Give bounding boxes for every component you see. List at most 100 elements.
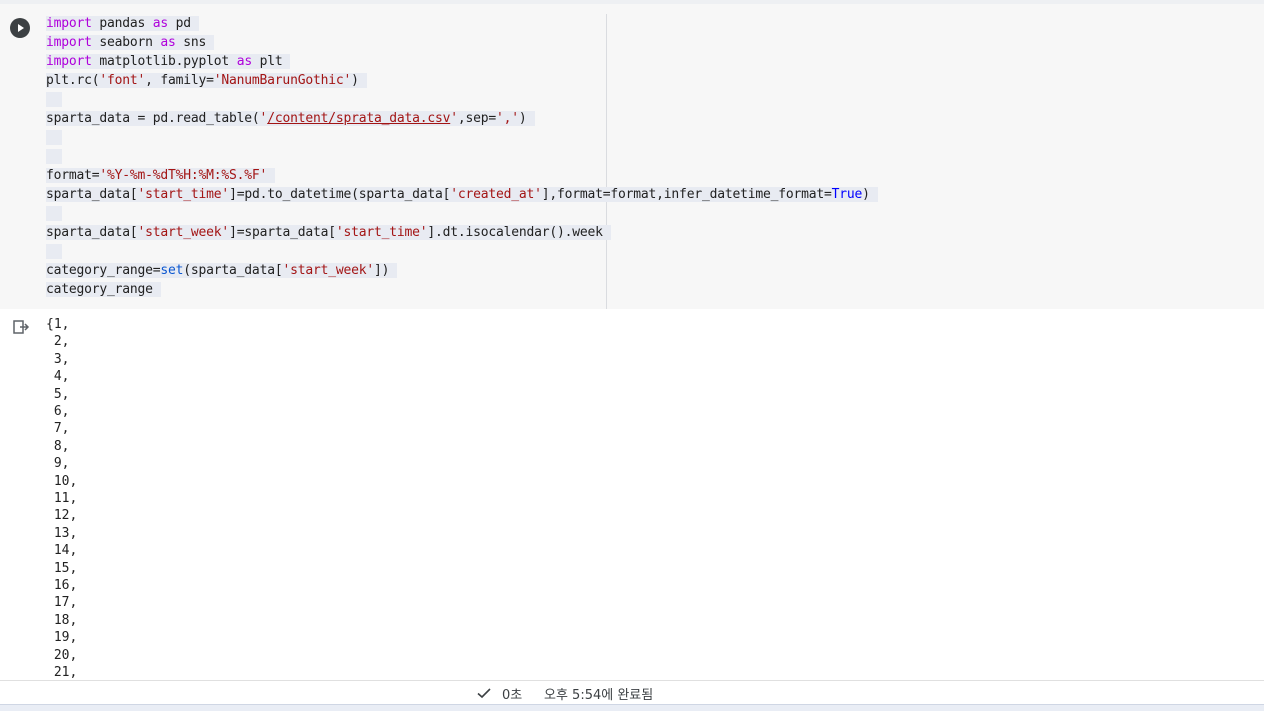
code-line[interactable]: import seaborn as sns	[46, 33, 215, 52]
status-bar: 0초 오후 5:54에 완료됨	[0, 680, 1264, 705]
code-token: ]=pd.to_datetime(sparta_data[	[229, 187, 451, 202]
code-line-text: import pandas as pd	[46, 16, 199, 31]
code-token: )	[518, 111, 527, 126]
code-token: '	[450, 111, 458, 126]
code-line[interactable]: sparta_data = pd.read_table( '/content/sp…	[46, 109, 535, 128]
code-token: '%Y-%m-%dT%H:%M:%S.%F'	[99, 168, 268, 183]
output-line: 16,	[46, 578, 78, 593]
code-line-text: import seaborn as sns	[46, 35, 215, 50]
output-line: 3,	[46, 352, 70, 367]
code-token: (sparta_data[	[183, 263, 283, 278]
code-line[interactable]: import matplotlib.pyplot as plt	[46, 52, 291, 71]
code-line[interactable]	[46, 147, 62, 166]
code-cell[interactable]: import pandas as pd import seaborn as sns…	[0, 4, 1264, 309]
play-icon	[18, 24, 24, 32]
output-line: 11,	[46, 491, 78, 506]
code-line[interactable]: category_range=set(sparta_data['start_we…	[46, 261, 398, 280]
code-line-text: plt.rc('font', family='NanumBarunGothic'…	[46, 73, 367, 88]
code-token: as	[236, 54, 252, 69]
code-line[interactable]	[46, 204, 62, 223]
code-token: sparta_data = pd.read_table(	[46, 111, 260, 126]
code-token: 'created_at'	[450, 187, 542, 202]
code-token: ','	[496, 111, 519, 126]
code-line[interactable]: format='%Y-%m-%dT%H:%M:%S.%F'	[46, 166, 276, 185]
output-line: 20,	[46, 648, 78, 663]
code-line[interactable]	[46, 90, 62, 109]
code-line[interactable]	[46, 128, 62, 147]
output-line: 10,	[46, 474, 78, 489]
code-token: matplotlib.pyplot	[91, 54, 237, 69]
code-token: sparta_data[	[46, 187, 138, 202]
code-token: set	[160, 263, 184, 278]
code-token: True	[831, 187, 863, 202]
code-token: as	[160, 35, 176, 50]
code-line[interactable]: sparta_data['start_time']=pd.to_datetime…	[46, 185, 878, 204]
code-token: ,sep=	[457, 111, 497, 126]
code-line-text	[46, 244, 62, 259]
code-token: pandas	[91, 16, 153, 31]
output-redirect-icon[interactable]	[12, 318, 30, 336]
output-line: 13,	[46, 526, 78, 541]
code-token: 'font'	[99, 73, 146, 88]
code-token: plt	[251, 54, 283, 69]
output-line: 9,	[46, 456, 70, 471]
code-token: import	[46, 35, 92, 50]
code-token: ])	[373, 263, 390, 278]
code-token: seaborn	[91, 35, 161, 50]
code-line-text: sparta_data['start_week']=sparta_data['s…	[46, 225, 611, 240]
code-line[interactable]: sparta_data['start_week']=sparta_data['s…	[46, 223, 611, 242]
output-line: 12,	[46, 508, 78, 523]
code-token: sparta_data[	[46, 225, 138, 240]
output-line: {1,	[46, 317, 70, 332]
code-line[interactable]: import pandas as pd	[46, 14, 199, 33]
output-line: 6,	[46, 404, 70, 419]
check-icon	[477, 688, 491, 699]
code-line-text	[46, 206, 62, 221]
output-line: 17,	[46, 595, 78, 610]
code-line-text: import matplotlib.pyplot as plt	[46, 54, 291, 69]
code-line[interactable]	[46, 242, 62, 261]
code-line-text: sparta_data = pd.read_table( '/content/sp…	[46, 111, 535, 126]
code-token: ].dt.isocalendar().week	[427, 225, 603, 240]
output-line: 21,	[46, 665, 78, 680]
code-token: ],format=format,infer_datetime_format=	[541, 187, 832, 202]
code-token: format=	[46, 168, 100, 183]
output-line: 2,	[46, 334, 70, 349]
code-token: pd	[168, 16, 191, 31]
output-line: 4,	[46, 369, 70, 384]
code-token: 'NanumBarunGothic'	[213, 73, 352, 88]
code-token: import	[46, 16, 92, 31]
code-token: /content/sprata_data.csv	[267, 111, 451, 126]
code-token: )	[351, 73, 359, 88]
execution-duration: 0초	[502, 688, 523, 703]
output-line: 18,	[46, 613, 78, 628]
code-token: as	[152, 16, 169, 31]
code-line-text: sparta_data['start_time']=pd.to_datetime…	[46, 187, 878, 202]
code-line[interactable]: category_range	[46, 280, 161, 299]
code-line-text	[46, 92, 62, 107]
code-token: import	[46, 54, 92, 69]
line-length-ruler	[606, 14, 607, 309]
code-line-text: category_range=set(sparta_data['start_we…	[46, 263, 398, 278]
code-token: category_range=	[46, 263, 161, 278]
code-token: sns	[175, 35, 207, 50]
code-line[interactable]: plt.rc('font', family='NanumBarunGothic'…	[46, 71, 367, 90]
code-token: category_range	[46, 282, 153, 297]
code-line-text: category_range	[46, 282, 161, 297]
output-line: 5,	[46, 387, 70, 402]
code-line-text	[46, 130, 62, 145]
completion-time: 오후 5:54에 완료됨	[544, 688, 654, 703]
code-token: , family=	[145, 73, 214, 88]
code-line-text: format='%Y-%m-%dT%H:%M:%S.%F'	[46, 168, 276, 183]
run-cell-button[interactable]	[10, 18, 30, 38]
output-line: 8,	[46, 439, 70, 454]
output-line: 7,	[46, 421, 70, 436]
code-token: )	[862, 187, 870, 202]
output-line: 15,	[46, 561, 78, 576]
code-token: 'start_time'	[335, 225, 428, 240]
output-line: 14,	[46, 543, 78, 558]
code-line-text	[46, 149, 62, 164]
code-token: 'start_week'	[282, 263, 374, 278]
code-token: 'start_time'	[137, 187, 230, 202]
code-token: 'start_week'	[137, 225, 230, 240]
